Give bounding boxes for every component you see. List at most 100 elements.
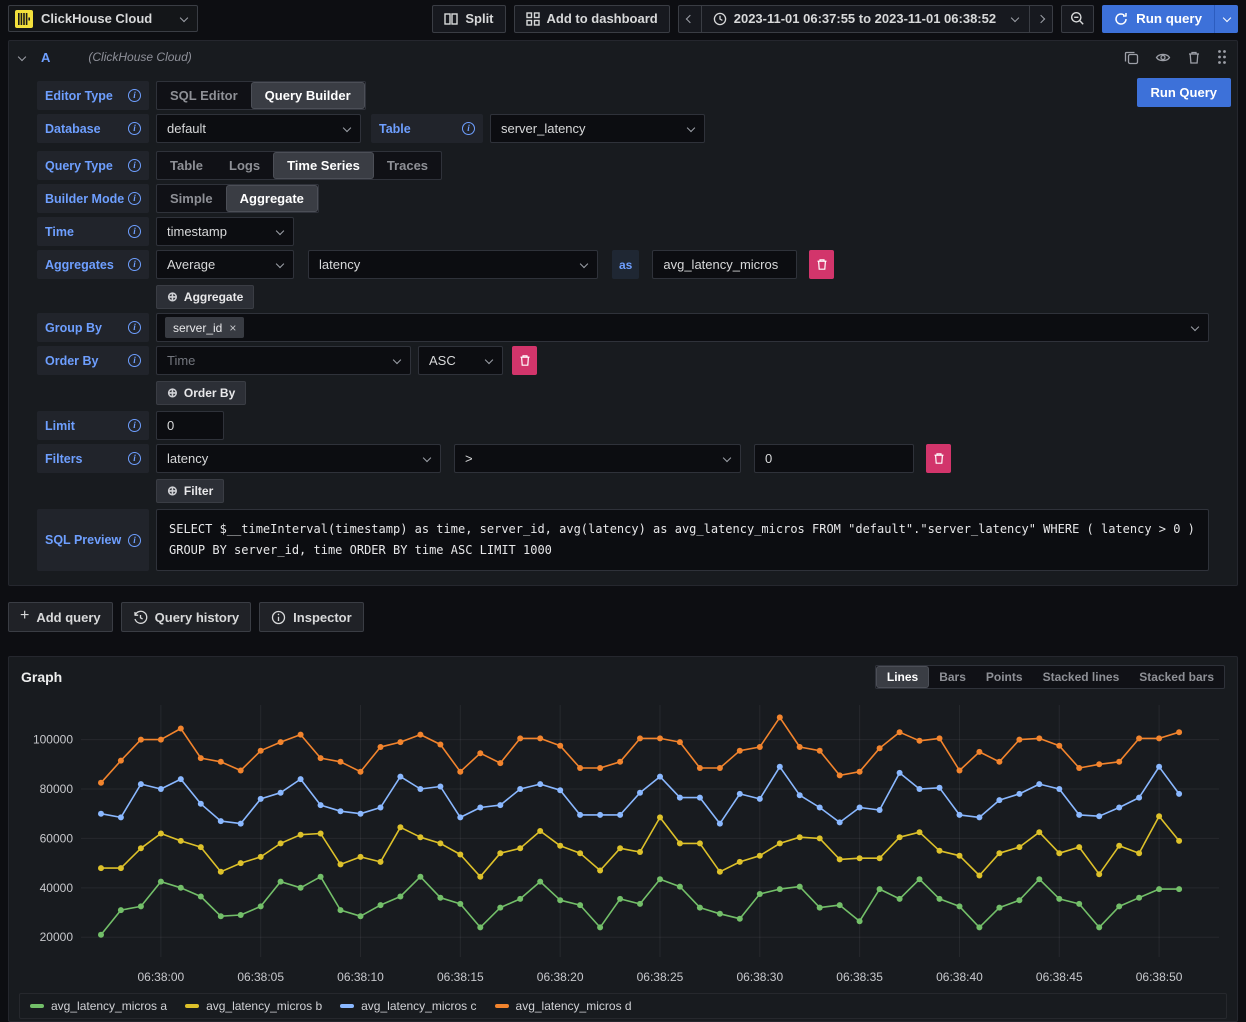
legend-item[interactable]: avg_latency_micros b bbox=[185, 999, 322, 1013]
data-point[interactable] bbox=[737, 859, 743, 865]
data-point[interactable] bbox=[118, 865, 124, 871]
data-point[interactable] bbox=[118, 814, 124, 820]
data-point[interactable] bbox=[178, 726, 184, 732]
data-point[interactable] bbox=[1156, 886, 1162, 892]
data-point[interactable] bbox=[657, 735, 663, 741]
data-point[interactable] bbox=[797, 792, 803, 798]
add-aggregate-button[interactable]: ⊕ Aggregate bbox=[156, 285, 254, 309]
data-point[interactable] bbox=[976, 749, 982, 755]
data-point[interactable] bbox=[1016, 897, 1022, 903]
data-point[interactable] bbox=[378, 805, 384, 811]
data-point[interactable] bbox=[1096, 871, 1102, 877]
data-point[interactable] bbox=[1156, 813, 1162, 819]
data-point[interactable] bbox=[98, 932, 104, 938]
data-point[interactable] bbox=[1096, 813, 1102, 819]
data-point[interactable] bbox=[497, 850, 503, 856]
data-point[interactable] bbox=[1096, 924, 1102, 930]
info-icon[interactable]: i bbox=[128, 192, 141, 205]
data-point[interactable] bbox=[497, 802, 503, 808]
data-point[interactable] bbox=[417, 834, 423, 840]
data-point[interactable] bbox=[817, 835, 823, 841]
data-point[interactable] bbox=[477, 805, 483, 811]
data-point[interactable] bbox=[657, 774, 663, 780]
data-point[interactable] bbox=[138, 781, 144, 787]
builder-mode-aggregate[interactable]: Aggregate bbox=[227, 186, 317, 211]
data-point[interactable] bbox=[1016, 791, 1022, 797]
data-point[interactable] bbox=[737, 791, 743, 797]
data-point[interactable] bbox=[298, 776, 304, 782]
data-point[interactable] bbox=[937, 785, 943, 791]
data-point[interactable] bbox=[617, 759, 623, 765]
data-point[interactable] bbox=[178, 838, 184, 844]
data-point[interactable] bbox=[338, 861, 344, 867]
data-point[interactable] bbox=[138, 903, 144, 909]
data-point[interactable] bbox=[597, 924, 603, 930]
data-point[interactable] bbox=[158, 831, 164, 837]
order-by-direction-select[interactable]: ASC bbox=[418, 346, 503, 375]
info-icon[interactable]: i bbox=[128, 354, 141, 367]
data-point[interactable] bbox=[1156, 764, 1162, 770]
limit-input[interactable] bbox=[156, 411, 224, 440]
data-point[interactable] bbox=[278, 790, 284, 796]
data-point[interactable] bbox=[238, 860, 244, 866]
info-icon[interactable]: i bbox=[128, 321, 141, 334]
info-icon[interactable]: i bbox=[462, 122, 475, 135]
data-point[interactable] bbox=[1116, 805, 1122, 811]
data-point[interactable] bbox=[996, 905, 1002, 911]
data-point[interactable] bbox=[1136, 795, 1142, 801]
data-point[interactable] bbox=[1136, 895, 1142, 901]
data-point[interactable] bbox=[976, 814, 982, 820]
data-point[interactable] bbox=[298, 832, 304, 838]
data-point[interactable] bbox=[617, 812, 623, 818]
data-point[interactable] bbox=[318, 755, 324, 761]
data-point[interactable] bbox=[437, 742, 443, 748]
data-point[interactable] bbox=[877, 886, 883, 892]
data-point[interactable] bbox=[1176, 886, 1182, 892]
add-order-by-button[interactable]: ⊕ Order By bbox=[156, 381, 246, 405]
data-point[interactable] bbox=[797, 884, 803, 890]
graph-style-bars[interactable]: Bars bbox=[929, 666, 976, 688]
data-point[interactable] bbox=[178, 885, 184, 891]
editor-type-sql-editor[interactable]: SQL Editor bbox=[157, 82, 251, 109]
data-point[interactable] bbox=[1076, 812, 1082, 818]
data-point[interactable] bbox=[258, 903, 264, 909]
data-point[interactable] bbox=[497, 760, 503, 766]
data-point[interactable] bbox=[218, 818, 224, 824]
info-icon[interactable]: i bbox=[128, 89, 141, 102]
data-point[interactable] bbox=[1136, 850, 1142, 856]
aggregate-column-select[interactable]: latency bbox=[308, 250, 598, 279]
data-point[interactable] bbox=[1116, 759, 1122, 765]
data-point[interactable] bbox=[857, 769, 863, 775]
data-point[interactable] bbox=[298, 885, 304, 891]
data-point[interactable] bbox=[338, 907, 344, 913]
remove-tag-icon[interactable]: × bbox=[229, 321, 236, 335]
data-point[interactable] bbox=[278, 879, 284, 885]
data-point[interactable] bbox=[917, 829, 923, 835]
info-icon[interactable]: i bbox=[128, 419, 141, 432]
data-point[interactable] bbox=[1116, 903, 1122, 909]
data-point[interactable] bbox=[857, 855, 863, 861]
data-point[interactable] bbox=[976, 924, 982, 930]
aggregate-function-select[interactable]: Average bbox=[156, 250, 294, 279]
data-point[interactable] bbox=[637, 901, 643, 907]
query-type-table[interactable]: Table bbox=[157, 152, 216, 179]
add-query-button[interactable]: + Add query bbox=[8, 602, 113, 632]
data-point[interactable] bbox=[457, 901, 463, 907]
data-point[interactable] bbox=[537, 828, 543, 834]
data-point[interactable] bbox=[1056, 743, 1062, 749]
data-point[interactable] bbox=[457, 852, 463, 858]
split-button[interactable]: Split bbox=[432, 5, 505, 33]
data-point[interactable] bbox=[717, 911, 723, 917]
data-point[interactable] bbox=[238, 768, 244, 774]
data-point[interactable] bbox=[218, 869, 224, 875]
data-point[interactable] bbox=[278, 739, 284, 745]
data-point[interactable] bbox=[1096, 761, 1102, 767]
graph-style-points[interactable]: Points bbox=[976, 666, 1033, 688]
collapse-chevron-icon[interactable] bbox=[18, 53, 26, 61]
data-point[interactable] bbox=[637, 735, 643, 741]
data-point[interactable] bbox=[557, 843, 563, 849]
data-point[interactable] bbox=[817, 905, 823, 911]
data-point[interactable] bbox=[677, 884, 683, 890]
data-point[interactable] bbox=[717, 821, 723, 827]
data-point[interactable] bbox=[577, 812, 583, 818]
